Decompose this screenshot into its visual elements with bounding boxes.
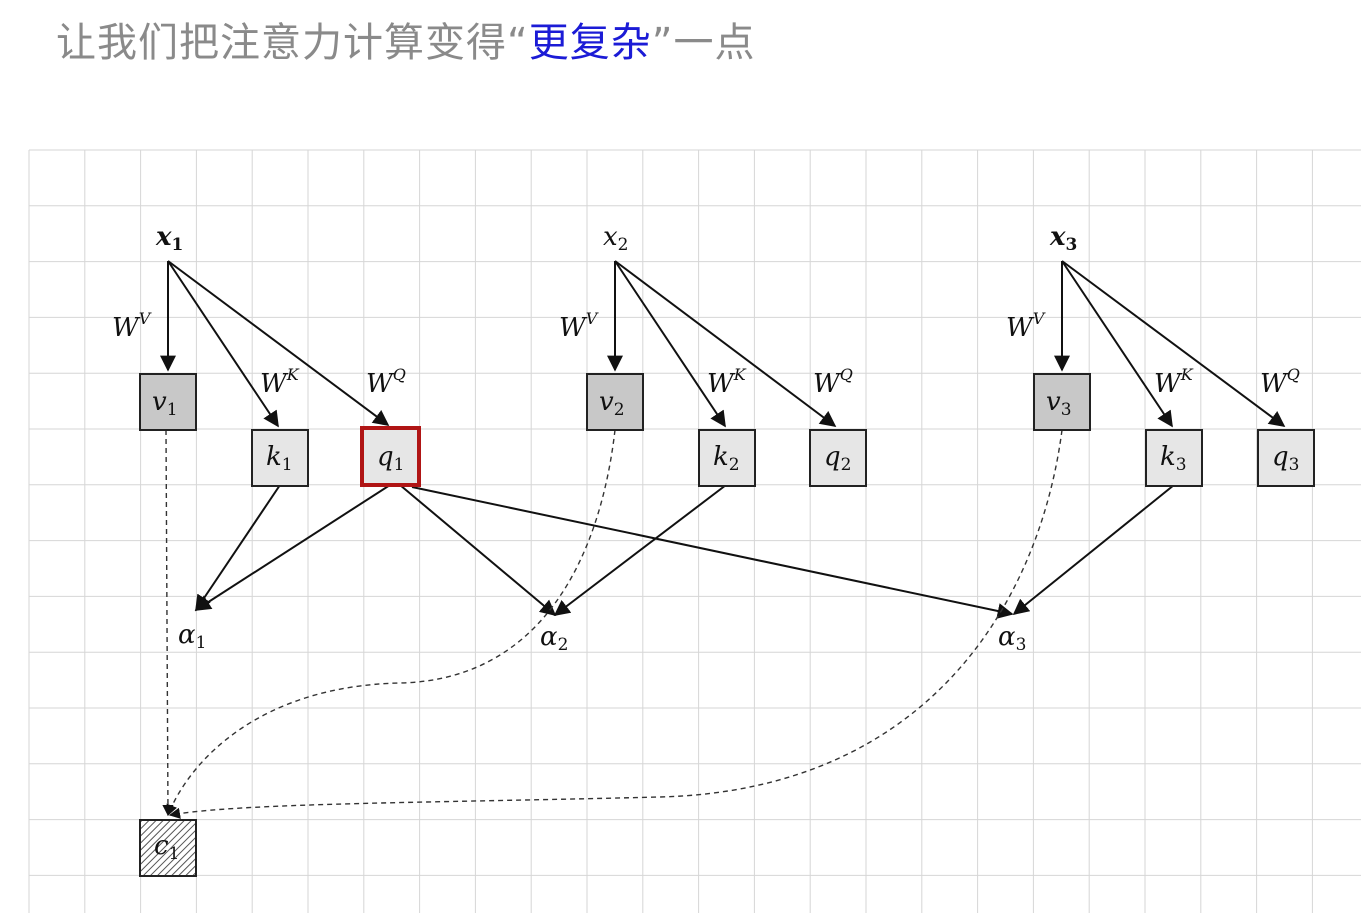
- x1-label: x1: [155, 222, 183, 255]
- k3-to-alpha3-arrow: [1012, 484, 1175, 616]
- q1-to-alpha2-arrow: [399, 484, 557, 617]
- x2-label: x2: [603, 222, 629, 255]
- projection-arrows: [160, 260, 1286, 428]
- alpha3-label: α3: [998, 622, 1026, 655]
- wk3-label: WK: [1154, 365, 1194, 399]
- k2-to-alpha2-arrow: [553, 484, 727, 616]
- context-arrows: [162, 429, 1063, 819]
- v1-to-c1-arrow: [162, 429, 174, 817]
- wq3-label: WQ: [1260, 365, 1300, 399]
- wv2-label: WV: [559, 309, 599, 343]
- k1-to-alpha1-arrow: [195, 484, 281, 612]
- wk1-label: WK: [260, 365, 300, 399]
- grid: [28, 149, 1361, 913]
- alpha1-label: α1: [178, 620, 206, 653]
- x3-label: x3: [1049, 222, 1077, 255]
- wk2-label: WK: [707, 365, 747, 399]
- wv1-label: WV: [112, 309, 152, 343]
- wq2-label: WQ: [813, 365, 853, 399]
- x2-to-q2-arrow: [614, 260, 837, 427]
- v3-to-c1-arrow: [168, 429, 1063, 819]
- x1-to-q1-arrow: [167, 260, 390, 426]
- wv3-label: WV: [1006, 309, 1046, 343]
- labels: x1 x2 x3 WV WK WQ WV WK WQ WV WK WQ v1 v…: [112, 222, 1300, 864]
- x3-to-q3-arrow: [1061, 260, 1286, 427]
- alpha2-label: α2: [540, 622, 568, 655]
- attention-diagram: x1 x2 x3 WV WK WQ WV WK WQ WV WK WQ v1 v…: [28, 149, 1361, 913]
- q1-to-alpha1-arrow: [194, 484, 391, 611]
- wq1-label: WQ: [366, 365, 406, 399]
- score-arrows: [194, 484, 1175, 619]
